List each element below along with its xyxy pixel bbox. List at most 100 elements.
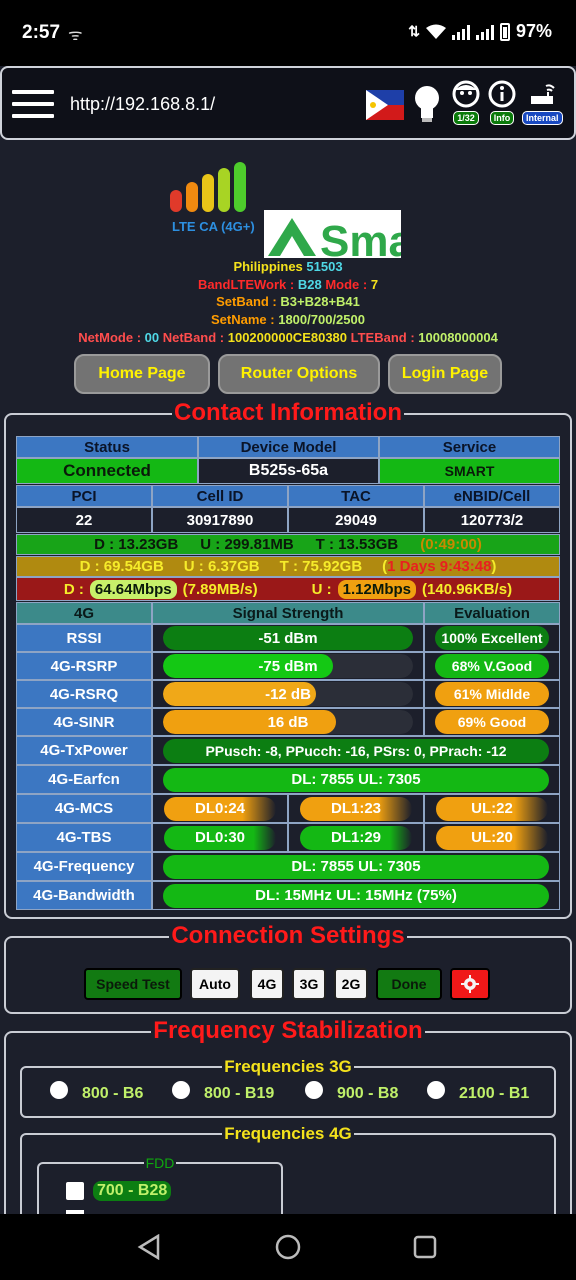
signal-icon-2 bbox=[475, 24, 494, 40]
dl-speed: 64.64Mbps bbox=[89, 579, 177, 599]
setname-label: SetName : bbox=[211, 312, 279, 327]
mcs-label: 4G-MCS bbox=[16, 794, 152, 823]
radio-b8[interactable] bbox=[305, 1081, 323, 1099]
4g-header: 4G bbox=[16, 602, 152, 624]
internal-badge: Internal bbox=[522, 111, 563, 125]
done-button[interactable]: Done bbox=[376, 968, 442, 1000]
mcs-row: 4G-MCS DL0:24 DL1:23 UL:22 bbox=[16, 794, 560, 823]
data-arrows-icon: ⇅ bbox=[408, 23, 420, 39]
speed-test-button[interactable]: Speed Test bbox=[84, 968, 182, 1000]
signal-icon bbox=[451, 24, 470, 40]
ul-speed-label: U : bbox=[311, 580, 332, 598]
face-button[interactable]: 1/32 bbox=[452, 80, 480, 125]
frequency-label: 4G-Frequency bbox=[16, 852, 152, 881]
logo-text: Sma bbox=[320, 217, 401, 258]
info-badge: Info bbox=[489, 111, 515, 125]
4g-button[interactable]: 4G bbox=[250, 968, 284, 1000]
lightbulb-icon[interactable] bbox=[412, 84, 442, 124]
cell-header-row: PCI Cell ID TAC eNBID/Cell bbox=[16, 485, 560, 507]
fdd-title: FDD bbox=[143, 1155, 177, 1171]
bandwidth-row: 4G-Bandwidth DL: 15MHz UL: 15MHz (75%) bbox=[16, 881, 560, 910]
speed-row: D : 64.64Mbps (7.89MB/s) U : 1.12Mbps (1… bbox=[16, 577, 560, 601]
plmn: 51503 bbox=[306, 259, 343, 274]
wifi-icon bbox=[425, 24, 446, 39]
frequencies-3g-title: Frequencies 3G bbox=[222, 1057, 354, 1076]
setband-value: B3+B28+B41 bbox=[280, 294, 360, 309]
mode-value: 7 bbox=[370, 277, 379, 292]
model-header: Device Model bbox=[198, 436, 379, 458]
label-b1: 2100 - B1 bbox=[459, 1085, 530, 1102]
battery-icon bbox=[499, 22, 510, 41]
radio-b19[interactable] bbox=[172, 1081, 190, 1099]
status-bar: 2:57 ᯤ ⇅ 97% bbox=[0, 0, 576, 66]
settings-button[interactable] bbox=[450, 968, 490, 1000]
tbs-row: 4G-TBS DL0:30 DL1:29 UL:20 bbox=[16, 823, 560, 852]
mode-label: Mode : bbox=[325, 277, 371, 292]
enb-header: eNBID/Cell bbox=[424, 485, 560, 507]
txpower-label: 4G-TxPower bbox=[16, 736, 152, 765]
count-badge: 1/32 bbox=[453, 111, 479, 125]
connection-settings-title: Connection Settings bbox=[169, 922, 407, 949]
frequencies-4g-title: Frequencies 4G bbox=[222, 1124, 354, 1143]
earfcn-value: DL: 7855 UL: 7305 bbox=[163, 767, 549, 792]
netmode-label: NetMode : bbox=[78, 330, 145, 345]
philippines-flag-icon bbox=[366, 90, 404, 120]
session-total: T : 13.53GB bbox=[315, 536, 399, 553]
tbs-ul: UL:20 bbox=[436, 825, 548, 850]
signal-evaluation: 68% V.Good bbox=[435, 654, 549, 678]
info-icon bbox=[488, 80, 516, 108]
status-icons: ⇅ 97% bbox=[408, 21, 552, 42]
session-time: (0:49:00) bbox=[420, 536, 482, 553]
status-value: Connected bbox=[16, 458, 198, 484]
menu-icon[interactable] bbox=[12, 90, 54, 118]
model-value: B525s-65a bbox=[198, 458, 379, 484]
signal-bar: -12 dB bbox=[163, 682, 413, 706]
home-icon[interactable] bbox=[275, 1234, 301, 1260]
dl-speed-label: D : bbox=[63, 580, 84, 598]
tbs-dl1: DL1:29 bbox=[300, 825, 412, 850]
tac-value: 29049 bbox=[288, 507, 424, 533]
signal-label: RSSI bbox=[16, 624, 152, 652]
frequency-row: 4G-Frequency DL: 7855 UL: 7305 bbox=[16, 852, 560, 881]
tbs-dl0: DL0:30 bbox=[164, 825, 276, 850]
lteband-value: 10008000004 bbox=[418, 330, 498, 345]
setband-line: SetBand : B3+B28+B41 bbox=[0, 294, 576, 309]
enb-value: 120773/2 bbox=[424, 507, 560, 533]
netband-value: 100200000CE80380 bbox=[227, 330, 348, 345]
netband-label: NetBand : bbox=[162, 330, 228, 345]
cellid-header: Cell ID bbox=[152, 485, 288, 507]
radio-b6[interactable] bbox=[50, 1081, 68, 1099]
txpower-row: 4G-TxPower PPusch: -8, PPucch: -16, PSrs… bbox=[16, 736, 560, 765]
checkbox-b28[interactable] bbox=[66, 1182, 84, 1200]
home-page-button[interactable]: Home Page bbox=[74, 354, 210, 394]
router-icon bbox=[531, 84, 555, 104]
band-label: BandLTEWork : bbox=[197, 277, 298, 292]
ul-speed-mb: (140.96KB/s) bbox=[422, 580, 513, 598]
pci-value: 22 bbox=[16, 507, 152, 533]
radio-b1[interactable] bbox=[427, 1081, 445, 1099]
battery-level: 97% bbox=[515, 21, 552, 41]
label-b19: 800 - B19 bbox=[204, 1085, 275, 1102]
tbs-label: 4G-TBS bbox=[16, 823, 152, 852]
signal-bar: -51 dBm bbox=[163, 626, 413, 650]
setband-label: SetBand : bbox=[216, 294, 281, 309]
3g-button[interactable]: 3G bbox=[292, 968, 326, 1000]
mcs-dl1: DL1:23 bbox=[300, 796, 412, 821]
auto-button[interactable]: Auto bbox=[190, 968, 240, 1000]
smart-logo: Sma bbox=[264, 210, 401, 258]
info-button[interactable]: Info bbox=[488, 80, 516, 125]
router-options-button[interactable]: Router Options bbox=[218, 354, 380, 394]
nav-buttons: Home Page Router Options Login Page bbox=[0, 354, 576, 394]
back-icon[interactable] bbox=[136, 1234, 162, 1260]
nfc-icon: ᯤ bbox=[68, 27, 83, 44]
url-text[interactable]: http://192.168.8.1/ bbox=[70, 94, 215, 115]
login-page-button[interactable]: Login Page bbox=[388, 354, 502, 394]
internal-button[interactable]: Internal bbox=[522, 80, 563, 125]
signal-bar: 16 dB bbox=[163, 710, 413, 734]
session-upload: U : 299.81MB bbox=[200, 536, 294, 553]
recents-icon[interactable] bbox=[413, 1235, 437, 1259]
lte-label: LTE CA (4G+) bbox=[172, 219, 255, 234]
signal-row: 4G-SINR 16 dB 69% Good bbox=[16, 708, 560, 736]
earfcn-label: 4G-Earfcn bbox=[16, 765, 152, 794]
2g-button[interactable]: 2G bbox=[334, 968, 368, 1000]
